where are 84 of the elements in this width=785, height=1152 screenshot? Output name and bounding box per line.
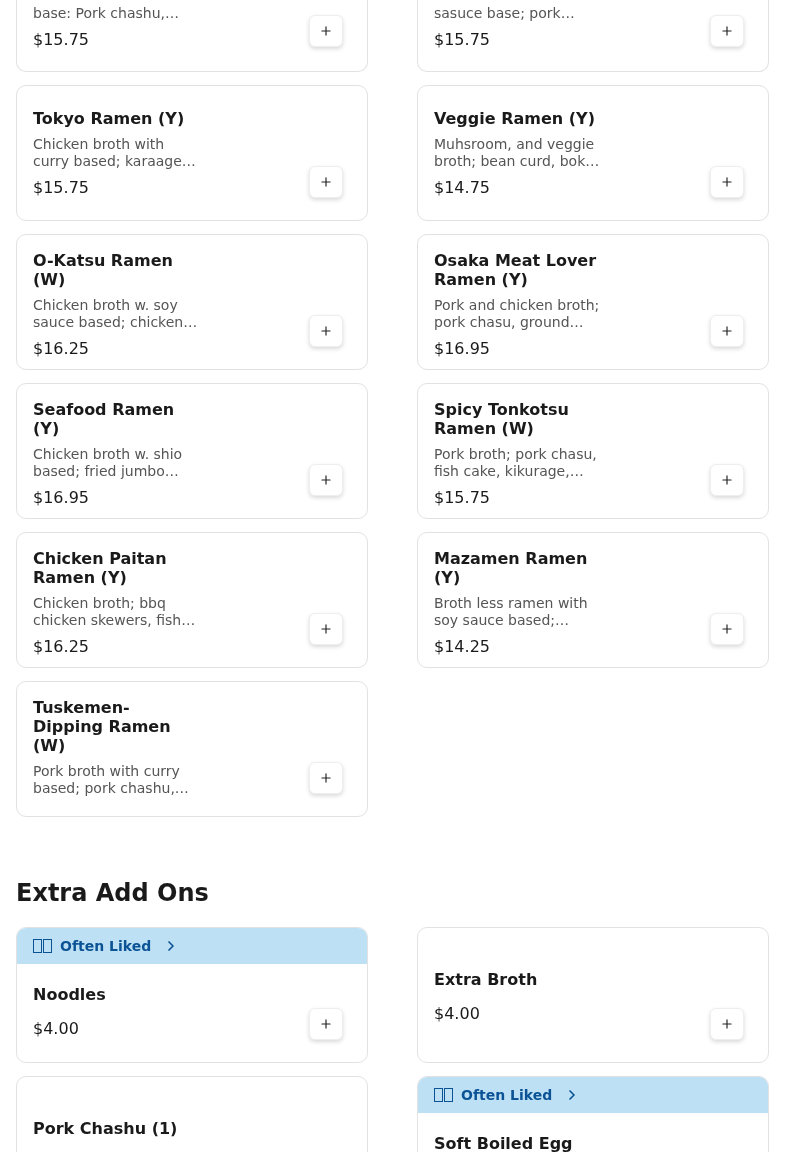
plus-icon (720, 24, 734, 38)
menu-card[interactable]: Seafood Ramen (Y) Chicken broth w. shio based; fried jumbo… $16.95 (16, 383, 368, 519)
item-price: $16.95 (33, 488, 90, 507)
item-price: $15.75 (434, 30, 491, 49)
item-price: $15.75 (33, 178, 90, 197)
addon-name: Extra Broth (434, 970, 539, 989)
item-description: Pork broth with curry based; pork chashu,… (33, 763, 190, 797)
plus-icon (319, 622, 333, 636)
plus-icon (720, 622, 734, 636)
addon-card[interactable]: Often Liked Soft Boiled Egg (417, 1076, 769, 1152)
section-title: Extra Add Ons (16, 879, 210, 907)
item-description: Chicken broth with curry based; karaage… (33, 136, 197, 170)
add-button[interactable] (710, 1008, 744, 1040)
item-price: $15.75 (33, 30, 90, 49)
addon-card[interactable]: Often Liked Noodles $4.00 (16, 927, 368, 1063)
plus-icon (720, 1017, 734, 1031)
item-description: Chicken broth w. soy sauce based; chicken… (33, 297, 199, 331)
item-price: $14.75 (434, 178, 491, 197)
menu-card[interactable]: Osaka Meat Lover Ramen (Y) Pork and chicken broth; pork chasu, ground… $16.95 (417, 234, 769, 370)
item-price: $15.75 (434, 488, 491, 507)
add-button[interactable] (710, 613, 744, 645)
banner-label: Often Liked (461, 1087, 553, 1103)
item-name: Seafood Ramen (Y) (33, 400, 176, 438)
missing-glyph-icon (434, 1088, 453, 1102)
often-liked-banner[interactable]: Often Liked (17, 928, 367, 964)
missing-glyph-icon (33, 939, 52, 953)
addon-price: $4.00 (434, 1004, 480, 1023)
item-price: $14.25 (434, 637, 491, 656)
item-name: Spicy Tonkotsu Ramen (W) (434, 400, 570, 438)
item-description: Broth less ramen with soy sauce based;… (434, 595, 589, 629)
often-liked-banner[interactable]: Often Liked (418, 1077, 768, 1113)
plus-icon (319, 24, 333, 38)
plus-icon (319, 473, 333, 487)
menu-card[interactable]: Tuskemen-Dipping Ramen (W) Pork broth with curry based; pork chashu,… (16, 681, 368, 817)
item-price: $16.95 (434, 339, 491, 358)
addon-name: Pork Chashu (1) (33, 1119, 179, 1138)
item-description: Muhsroom, and veggie broth; bean curd, bok… (434, 136, 601, 170)
item-name: Osaka Meat Lover Ramen (Y) (434, 251, 598, 289)
add-button[interactable] (309, 1008, 343, 1040)
plus-icon (319, 175, 333, 189)
item-price: $16.25 (33, 637, 90, 656)
menu-card[interactable]: O-Katsu Ramen (W) Chicken broth w. soy sauce based; chicken… $16.25 (16, 234, 368, 370)
item-description: Chicken broth; bbq chicken skewers, fish… (33, 595, 197, 629)
item-name: Veggie Ramen (Y) (434, 109, 596, 128)
item-description: sasuce base; pork… (434, 5, 576, 22)
addon-name: Noodles (33, 985, 107, 1004)
plus-icon (720, 175, 734, 189)
menu-card[interactable]: Veggie Ramen (Y) Muhsroom, and veggie broth; bean curd, bok… $14.75 (417, 85, 769, 221)
menu-card[interactable]: sasuce base; pork… $15.75 (417, 0, 769, 72)
add-button[interactable] (309, 315, 343, 347)
addon-name: Soft Boiled Egg (434, 1134, 574, 1152)
add-button[interactable] (710, 315, 744, 347)
item-name: Mazamen Ramen (Y) (434, 549, 589, 587)
item-name: Chicken Paitan Ramen (Y) (33, 549, 168, 587)
add-button[interactable] (710, 464, 744, 496)
menu-card[interactable]: Spicy Tonkotsu Ramen (W) Pork broth; pork chasu, fish cake, kikurage,… $15.75 (417, 383, 769, 519)
item-description: Pork and chicken broth; pork chasu, ground… (434, 297, 601, 331)
item-price: $16.25 (33, 339, 90, 358)
menu-card[interactable]: Mazamen Ramen (Y) Broth less ramen with soy sauce based;… $14.25 (417, 532, 769, 668)
addon-card[interactable]: Pork Chashu (1) (16, 1076, 368, 1152)
item-name: Tokyo Ramen (Y) (33, 109, 186, 128)
add-button[interactable] (309, 613, 343, 645)
add-button[interactable] (309, 166, 343, 198)
plus-icon (319, 771, 333, 785)
item-description: Chicken broth w. shio based; fried jumbo… (33, 446, 184, 480)
menu-card[interactable]: Tokyo Ramen (Y) Chicken broth with curry based; karaage… $15.75 (16, 85, 368, 221)
plus-icon (319, 324, 333, 338)
plus-icon (720, 324, 734, 338)
addon-price: $4.00 (33, 1019, 79, 1038)
add-button[interactable] (710, 166, 744, 198)
add-button[interactable] (710, 15, 744, 47)
banner-label: Often Liked (60, 938, 152, 954)
addon-card[interactable]: Extra Broth $4.00 (417, 927, 769, 1063)
plus-icon (720, 473, 734, 487)
add-button[interactable] (309, 464, 343, 496)
menu-card[interactable]: Chicken Paitan Ramen (Y) Chicken broth; bbq chicken skewers, fish… $16.25 (16, 532, 368, 668)
menu-card[interactable]: base: Pork chashu,… $15.75 (16, 0, 368, 72)
item-name: Tuskemen-Dipping Ramen (W) (33, 698, 172, 755)
item-description: Pork broth; pork chasu, fish cake, kikurage,… (434, 446, 598, 480)
item-description: base: Pork chashu,… (33, 5, 180, 22)
item-name: O-Katsu Ramen (W) (33, 251, 174, 289)
plus-icon (319, 1017, 333, 1031)
add-button[interactable] (309, 762, 343, 794)
add-button[interactable] (309, 15, 343, 47)
